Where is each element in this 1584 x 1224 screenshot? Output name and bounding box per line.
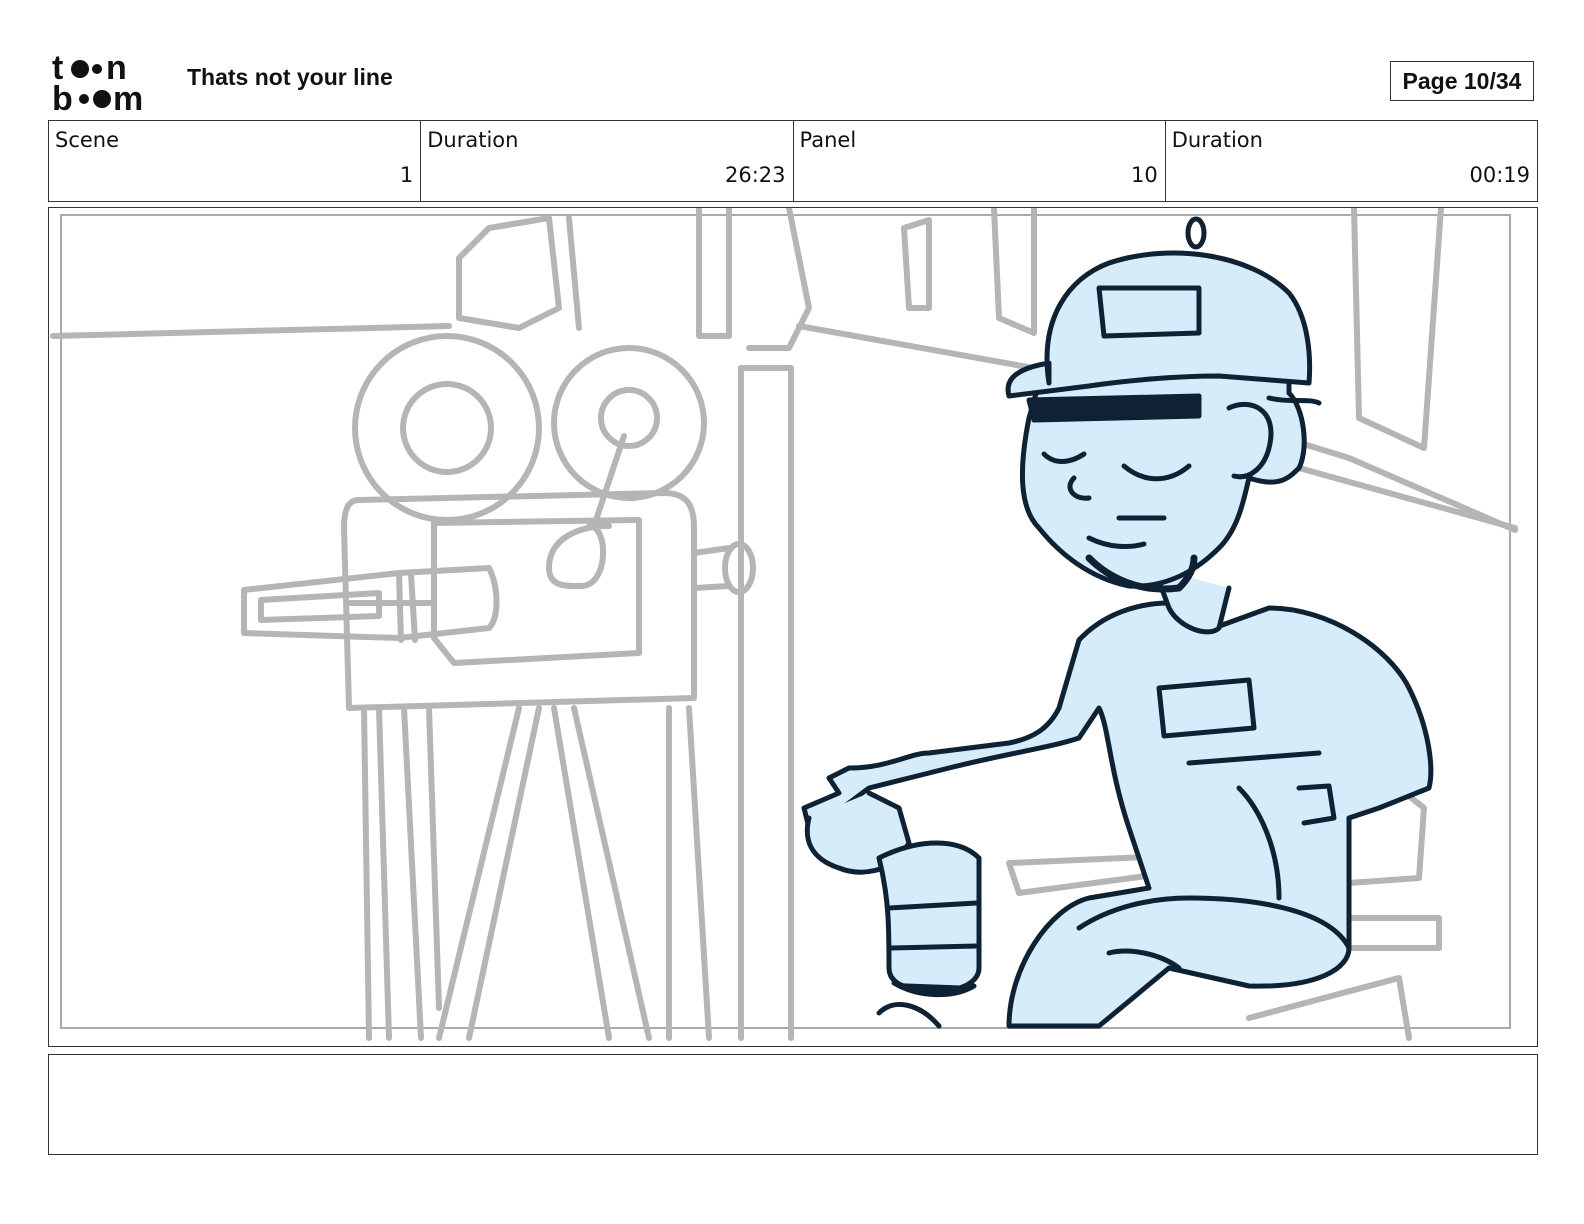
scene-duration-label: Duration [427,128,519,152]
scene-duration-value: 26:23 [724,163,786,187]
toonboom-logo: t n b m [52,52,143,114]
scene-duration-cell: Duration 26:23 [421,121,794,201]
svg-text:m: m [113,80,143,114]
panel-label: Panel [799,128,857,152]
scene-value: 1 [399,163,414,187]
panel-cell: Panel 10 [794,121,1166,201]
document-title: Thats not your line [187,64,393,90]
page-indicator: Page 10/34 [1390,61,1534,101]
panel-duration-value: 00:19 [1469,163,1530,187]
panel-duration-cell: Duration 00:19 [1166,121,1537,201]
panel-duration-label: Duration [1171,128,1263,152]
storyboard-panel [48,207,1538,1047]
panel-sketch [50,208,1518,1041]
character-sketch [801,216,1434,1029]
scene-label: Scene [55,128,120,152]
panel-value: 10 [1131,163,1158,187]
svg-text:b: b [52,80,73,114]
scene-cell: Scene 1 [49,121,422,201]
panel-notes-box[interactable] [48,1054,1538,1155]
scene-info-table: Scene 1 Duration 26:23 Panel 10 Duration… [48,120,1538,202]
